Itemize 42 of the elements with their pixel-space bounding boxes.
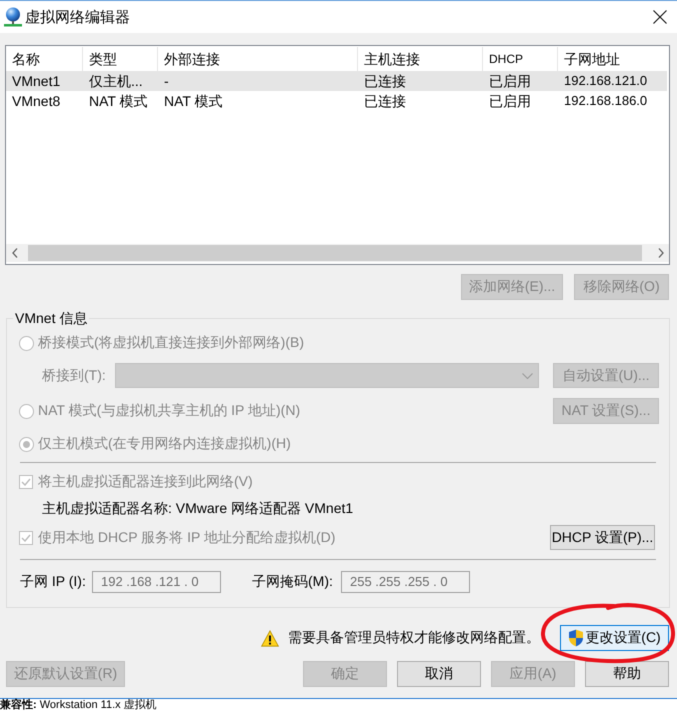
radio-dot-icon	[23, 440, 30, 448]
checkbox-label: 将主机虚拟适配器连接到此网络(V)	[38, 473, 254, 491]
window-title: 虚拟网络编辑器	[25, 8, 131, 26]
chevron-right-icon	[658, 248, 664, 258]
field-label: 桥接到(T):	[42, 366, 107, 384]
field-label: 子网 IP (I):	[20, 573, 87, 591]
column-header[interactable]: 子网地址	[558, 47, 669, 71]
table-cell-text: VMnet8	[11, 92, 62, 111]
adapter-name-text: 主机虚拟适配器名称: VMware 网络适配器 VMnet1	[41, 499, 354, 518]
warning-message: 需要具备管理员特权才能修改网络配置。	[288, 629, 540, 647]
cancel-button[interactable]: 取消	[397, 661, 481, 687]
chevron-down-icon	[522, 372, 533, 378]
table-cell-text: 已启用	[488, 92, 532, 111]
checkmark-icon	[21, 478, 31, 486]
warning-icon	[261, 630, 279, 646]
table-cell-text: 已启用	[488, 72, 532, 91]
table-cell-text: 192.168.121.0	[563, 72, 648, 90]
radio-label: 仅主机模式(在专用网络内连接虚拟机)(H)	[38, 435, 292, 453]
table-cell-text: 192.168.186.0	[563, 92, 648, 110]
checkbox-label: 使用本地 DHCP 服务将 IP 地址分配给虚拟机(D)	[38, 528, 336, 546]
table-row[interactable]: VMnet8 NAT 模式 NAT 模式 已连接 已启用 192.168.186.0	[6, 91, 667, 111]
table-cell-text: VMnet1	[11, 72, 62, 91]
scrollbar-thumb[interactable]	[28, 245, 642, 261]
globe-network-icon	[4, 7, 22, 27]
radio-label: NAT 模式(与虚拟机共享主机的 IP 地址)(N)	[38, 402, 302, 420]
table-row[interactable]: VMnet1 仅主机... - 已连接 已启用 192.168.121.0	[6, 71, 667, 91]
table-cell-text: 仅主机...	[88, 72, 144, 91]
radio-label: 桥接模式(将虚拟机直接连接到外部网络)(B)	[38, 334, 305, 352]
help-button[interactable]: 帮助	[585, 661, 669, 687]
horizontal-scrollbar[interactable]	[6, 244, 669, 262]
close-icon	[653, 10, 667, 24]
change-settings-button[interactable]: 更改设置(C)	[560, 625, 669, 651]
chevron-left-icon	[12, 248, 18, 258]
table-cell-text: NAT 模式	[88, 92, 149, 111]
table-cell-text: 已连接	[363, 92, 407, 111]
table-cell-text: 已连接	[363, 72, 407, 91]
group-title: VMnet 信息	[13, 309, 90, 327]
table-cell-text: NAT 模式	[163, 92, 224, 111]
table-cell-text: -	[163, 72, 170, 91]
field-label: 子网掩码(M):	[252, 573, 334, 591]
checkmark-icon	[21, 534, 31, 542]
shield-icon	[568, 629, 584, 647]
